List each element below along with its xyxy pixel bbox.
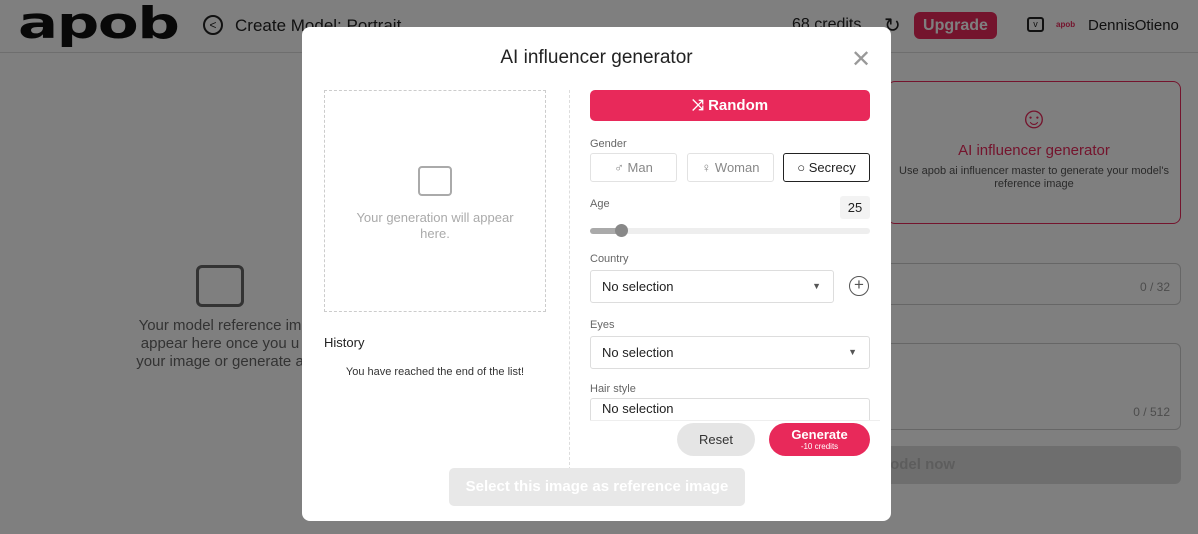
circle-icon: ○ bbox=[797, 160, 809, 175]
eyes-value: No selection bbox=[602, 345, 674, 360]
scroll-edge bbox=[590, 420, 880, 422]
image-icon bbox=[418, 166, 452, 196]
male-icon: ♂ bbox=[614, 160, 628, 175]
eyes-label: Eyes bbox=[590, 319, 615, 331]
gender-woman-button[interactable]: ♀ Woman bbox=[687, 153, 774, 182]
divider bbox=[569, 90, 570, 470]
generate-label: Generate bbox=[791, 427, 848, 442]
country-label: Country bbox=[590, 253, 629, 265]
caret-down-icon: ▼ bbox=[848, 347, 857, 357]
random-button[interactable]: ⤨ Random bbox=[590, 90, 870, 121]
shuffle-icon: ⤨ bbox=[691, 97, 709, 114]
hair-select[interactable]: No selection bbox=[590, 398, 870, 420]
hair-value: No selection bbox=[602, 401, 674, 416]
close-icon[interactable]: ✕ bbox=[851, 45, 871, 74]
generate-cost: -10 credits bbox=[800, 442, 839, 451]
eyes-select[interactable]: No selection ▼ bbox=[590, 336, 870, 369]
gender-label: Gender bbox=[590, 138, 627, 150]
gender-label-woman: Woman bbox=[714, 160, 760, 175]
history-label: History bbox=[324, 335, 365, 350]
reset-button[interactable]: Reset bbox=[677, 423, 755, 456]
caret-down-icon: ▼ bbox=[812, 281, 821, 291]
gender-man-button[interactable]: ♂ Man bbox=[590, 153, 677, 182]
country-value: No selection bbox=[602, 279, 674, 294]
country-select[interactable]: No selection ▼ bbox=[590, 270, 834, 303]
age-value: 25 bbox=[840, 196, 870, 219]
female-icon: ♀ bbox=[701, 160, 715, 175]
age-label: Age bbox=[590, 198, 610, 210]
add-icon[interactable]: + bbox=[849, 276, 869, 296]
generate-button[interactable]: Generate -10 credits bbox=[769, 423, 870, 456]
gender-label-secrecy: Secrecy bbox=[808, 160, 856, 175]
gender-label-man: Man bbox=[627, 160, 653, 175]
generation-preview: Your generation will appear here. bbox=[324, 90, 546, 312]
slider-thumb[interactable] bbox=[614, 224, 628, 237]
age-slider[interactable] bbox=[590, 228, 870, 234]
modal-title: AI influencer generator bbox=[500, 47, 693, 68]
history-end-text: You have reached the end of the list! bbox=[345, 366, 525, 378]
random-label: Random bbox=[708, 97, 769, 114]
gender-secrecy-button[interactable]: ○ Secrecy bbox=[783, 153, 870, 182]
select-reference-button[interactable]: Select this image as reference image bbox=[449, 468, 745, 506]
hair-label: Hair style bbox=[590, 383, 636, 395]
ai-influencer-modal: AI influencer generator ✕ Your generatio… bbox=[302, 27, 891, 521]
preview-text: Your generation will appear here. bbox=[356, 210, 514, 241]
